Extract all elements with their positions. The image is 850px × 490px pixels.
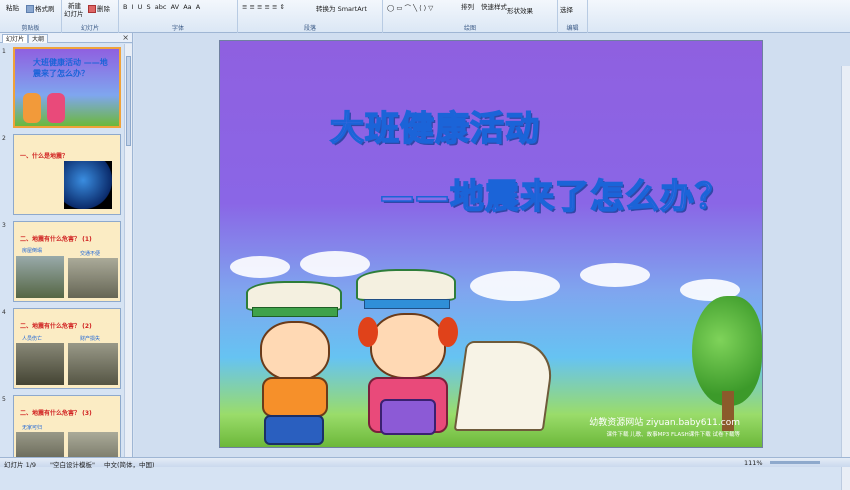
thumb-kid-boy: [23, 93, 41, 123]
pane-tabs: 幻灯片 大纲 ×: [0, 33, 132, 43]
slides-pane: 幻灯片 大纲 × 1 大班健康活动 ——地震来了怎么办？ 2 一、什么是地震？ …: [0, 33, 133, 457]
slide-title-line2[interactable]: ——地震来了怎么办？: [379, 169, 730, 218]
status-bar: 幻灯片 1/9 "空白设计模板" 中文(简体，中国) 111%: [0, 457, 850, 469]
select-button[interactable]: 选择: [560, 4, 573, 14]
thumb-caption: 财产损失: [80, 336, 101, 342]
cloud: [470, 271, 560, 301]
brush-icon: [26, 5, 34, 13]
girl-overalls: [380, 399, 436, 435]
drawing-group: ◯ ▭ ⌒ ╲ ⟨ ⟩ ▽ 排列 快速样式 形状效果 绘图: [383, 0, 558, 33]
slide-thumbnail-3[interactable]: 二、地震有什么危害？ (1) 房屋倒塌 交通不便: [13, 221, 121, 302]
smartart-button[interactable]: 转换为 SmartArt: [316, 3, 367, 13]
delete-button[interactable]: 删除: [88, 3, 110, 13]
shapes-gallery[interactable]: ◯ ▭ ⌒ ╲ ⟨ ⟩ ▽: [387, 2, 433, 12]
format-painter-button[interactable]: 格式刷: [26, 3, 55, 13]
girl-hair-left: [358, 317, 378, 347]
book-cover: [252, 307, 338, 317]
thumb-heading: 一、什么是地震？: [20, 153, 69, 160]
slide-thumbnail-5[interactable]: 二、地震有什么危害？ (3) 无家可归: [13, 395, 121, 457]
ruins-photo: [68, 432, 118, 457]
clipboard-label: 剪贴板: [21, 25, 40, 32]
casualty-photo: [16, 343, 64, 385]
cloud: [230, 256, 290, 278]
tree-canopy: [692, 296, 762, 406]
homeless-photo: [16, 432, 64, 457]
pane-scrollbar[interactable]: [124, 44, 132, 457]
align-buttons[interactable]: ≡ ≡ ≡ ≡ ≡ ⇕: [242, 3, 285, 11]
slides-group: 新建 幻灯片 删除 幻灯片: [62, 0, 119, 33]
slide-canvas: 大班健康活动 ——地震来了怎么办？ 幼教资源网站 ziyuan.baby611.…: [134, 33, 850, 490]
arrange-button[interactable]: 排列: [461, 1, 474, 11]
boy-face: [260, 321, 330, 381]
tab-slides[interactable]: 幻灯片: [2, 34, 29, 43]
kid-girl: [350, 269, 460, 447]
zoom-level[interactable]: 111%: [744, 459, 763, 467]
tab-outline[interactable]: 大纲: [28, 34, 49, 43]
thumb-caption: 房屋倒塌: [22, 248, 43, 254]
slide-thumbnail-4[interactable]: 二、地震有什么危害？ (2) 人员伤亡 财产损失: [13, 308, 121, 389]
thumb-heading: 二、地震有什么危害？ (2): [20, 323, 92, 330]
earth-image: [64, 161, 112, 209]
slide-number: 2: [2, 135, 6, 142]
canvas-scrollbar[interactable]: [841, 66, 850, 490]
thumb-heading: 二、地震有什么危害？ (3): [20, 410, 92, 417]
shape-effects-button[interactable]: 形状效果: [507, 5, 533, 15]
slide-number: 1: [2, 48, 6, 55]
editing-group: 选择 编辑: [558, 0, 588, 33]
slide-thumbnail-2[interactable]: 一、什么是地震？: [13, 134, 121, 215]
font-label: 字体: [171, 25, 184, 32]
zoom-slider[interactable]: [770, 461, 820, 464]
loss-photo: [68, 343, 118, 385]
girl-hair-right: [438, 317, 458, 347]
quick-styles-button[interactable]: 快速样式: [481, 1, 507, 11]
theme-name: "空白设计模板": [50, 461, 95, 469]
boy-pants: [264, 415, 324, 445]
paragraph-label: 段落: [303, 25, 316, 32]
cloud: [580, 263, 650, 287]
language-indicator[interactable]: 中文(简体，中国): [104, 459, 155, 469]
drawing-label: 绘图: [463, 25, 476, 32]
font-buttons[interactable]: B I U S abc AV Aa A: [123, 3, 200, 11]
paragraph-group: ≡ ≡ ≡ ≡ ≡ ⇕ 转换为 SmartArt 段落: [238, 0, 383, 33]
kid-boy: [240, 281, 342, 447]
editing-label: 编辑: [566, 25, 579, 32]
slide-title-line1[interactable]: 大班健康活动: [329, 101, 540, 150]
current-slide[interactable]: 大班健康活动 ——地震来了怎么办？ 幼教资源网站 ziyuan.baby611.…: [219, 40, 763, 448]
thumb-body-text: [20, 165, 58, 205]
boy-shirt: [262, 377, 328, 417]
thumb-caption: 人员伤亡: [22, 336, 43, 342]
font-group: B I U S abc AV Aa A 字体: [119, 0, 238, 33]
thumb-title: 大班健康活动 ——地震来了怎么办？: [33, 58, 108, 78]
ribbon: 粘贴 格式刷 剪贴板 新建 幻灯片 删除 幻灯片 B I U S abc AV …: [0, 0, 850, 33]
traffic-photo: [68, 258, 118, 298]
paste-button[interactable]: 粘贴: [6, 2, 19, 12]
open-book: [453, 341, 557, 431]
collapse-photo: [16, 256, 64, 298]
thumb-heading: 二、地震有什么危害？ (1): [20, 236, 92, 243]
delete-icon: [88, 5, 96, 13]
thumb-caption: 无家可归: [22, 425, 43, 431]
thumbnail-list: 1 大班健康活动 ——地震来了怎么办？ 2 一、什么是地震？ 3 二、地震有什么…: [0, 44, 125, 457]
clipboard-group: 粘贴 格式刷 剪贴板: [0, 0, 62, 33]
thumb-caption: 交通不便: [80, 251, 101, 257]
slide-position: 幻灯片 1/9: [4, 461, 37, 469]
thumb-kid-girl: [47, 93, 65, 123]
close-icon[interactable]: ×: [122, 33, 129, 42]
site-watermark-sub: 课件下载 儿歌、故事MP3 FLASH课件下载 试卷下载等: [606, 432, 740, 438]
slides-label: 幻灯片: [80, 25, 99, 32]
slide-number: 3: [2, 222, 6, 229]
site-watermark: 幼教资源网站 ziyuan.baby611.com: [589, 418, 740, 428]
book-on-head: [356, 269, 456, 301]
slide-number: 5: [2, 396, 6, 403]
new-slide-label[interactable]: 幻灯片: [64, 8, 84, 18]
slide-number: 4: [2, 309, 6, 316]
book-cover: [364, 299, 450, 309]
girl-face: [370, 313, 446, 379]
scroll-thumb[interactable]: [126, 56, 131, 146]
slide-thumbnail-1[interactable]: 大班健康活动 ——地震来了怎么办？: [13, 47, 121, 128]
